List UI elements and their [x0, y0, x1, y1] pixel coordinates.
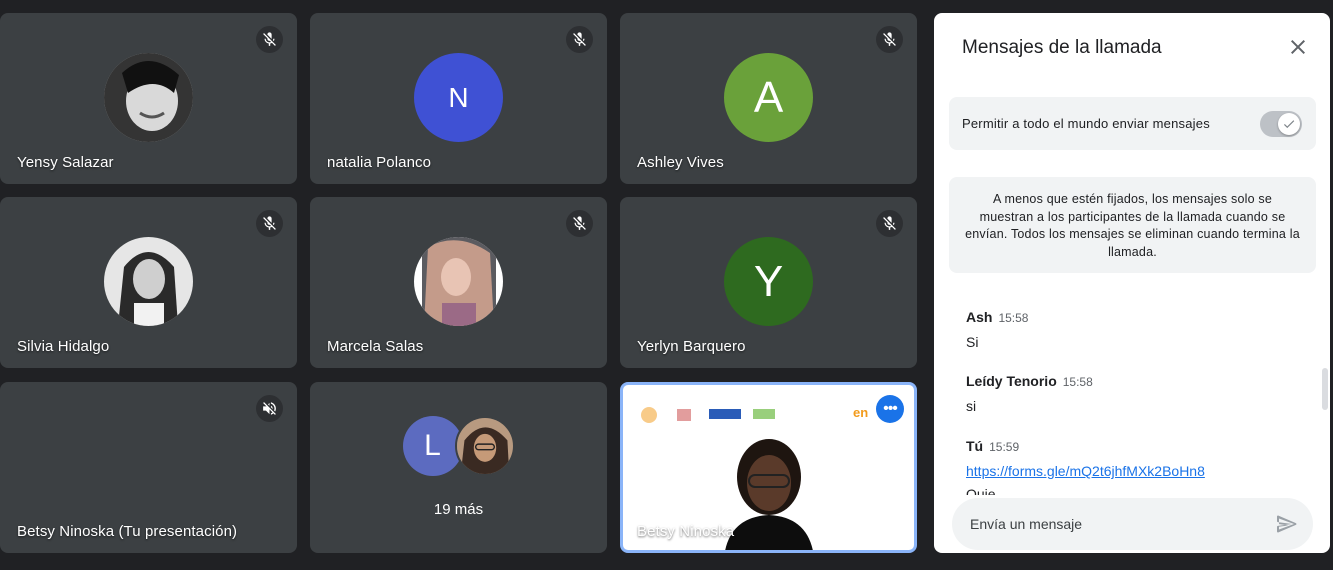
message-item: Tú 15:59 https://forms.gle/mQ2t6jhfMXk2Bo…: [966, 438, 1302, 495]
self-video-tile[interactable]: en ••• Betsy Ninoska: [620, 382, 917, 553]
avatar-letter: A: [724, 53, 813, 142]
avatar-photo: [104, 237, 193, 326]
mic-off-icon: [876, 26, 903, 53]
participant-tile-silvia[interactable]: Silvia Hidalgo: [0, 197, 297, 368]
message-text: si: [966, 398, 977, 414]
message-input[interactable]: [970, 498, 1260, 550]
avatar-letter: N: [414, 53, 503, 142]
mic-off-icon: [256, 26, 283, 53]
allow-messages-toggle[interactable]: [1260, 111, 1302, 137]
participant-tile-ashley[interactable]: A Ashley Vives: [620, 13, 917, 184]
message-link[interactable]: https://forms.gle/mQ2t6jhfMXk2BoHn8: [966, 463, 1205, 479]
mic-off-icon: [566, 210, 593, 237]
message-text: Si: [966, 334, 979, 350]
check-icon: [1278, 113, 1300, 135]
message-sender: Ash: [966, 309, 993, 325]
toggle-label: Permitir a todo el mundo enviar mensajes: [962, 116, 1210, 131]
participant-name: Yerlyn Barquero: [637, 338, 746, 355]
message-time: 15:58: [1062, 375, 1093, 389]
send-icon: [1277, 515, 1297, 533]
participant-name: Betsy Ninoska (Tu presentación): [17, 523, 238, 540]
participant-name: Marcela Salas: [327, 338, 424, 355]
message-time: 15:58: [998, 311, 1029, 325]
speaker-muted-icon: [256, 395, 283, 422]
message-sender: Tú: [966, 438, 984, 454]
mic-off-icon: [876, 210, 903, 237]
close-icon: [1291, 40, 1305, 54]
participant-name: Silvia Hidalgo: [17, 338, 110, 355]
avatar-photo: [104, 53, 193, 142]
message-time: 15:59: [989, 440, 1020, 454]
more-participants-tile[interactable]: L 19 más: [310, 382, 607, 553]
participant-name: Yensy Salazar: [17, 154, 114, 171]
panel-title: Mensajes de la llamada: [962, 37, 1162, 58]
allow-messages-setting: Permitir a todo el mundo enviar mensajes: [949, 97, 1316, 150]
message-item: Ash 15:58 Si: [966, 309, 1302, 350]
message-item: Leídy Tenorio 15:58 si: [966, 373, 1302, 414]
mic-off-icon: [566, 26, 593, 53]
avatar-photo: [414, 237, 503, 326]
participant-name: natalia Polanco: [327, 154, 432, 171]
chat-panel: Mensajes de la llamada Permitir a todo e…: [934, 13, 1330, 553]
svg-text:en: en: [853, 405, 868, 420]
mic-off-icon: [256, 210, 283, 237]
send-button[interactable]: [1275, 512, 1299, 536]
message-input-row: [952, 498, 1313, 550]
message-list: Ash 15:58 Si Leídy Tenorio 15:58 si Tú 15:5…: [934, 309, 1330, 495]
participant-tile-yensy[interactable]: Yensy Salazar: [0, 13, 297, 184]
participant-tile-betsy-presentation[interactable]: Betsy Ninoska (Tu presentación): [0, 382, 297, 553]
avatar-photo: [454, 416, 515, 476]
more-avatars: L: [402, 416, 515, 476]
participant-name: Betsy Ninoska: [637, 523, 735, 540]
participant-tile-natalia[interactable]: N natalia Polanco: [310, 13, 607, 184]
participant-tile-yerlyn[interactable]: Y Yerlyn Barquero: [620, 197, 917, 368]
message-text: Quie: [966, 486, 996, 495]
participant-name: Ashley Vives: [637, 154, 724, 171]
chat-scrollbar[interactable]: [1322, 368, 1328, 410]
message-sender: Leídy Tenorio: [966, 373, 1057, 389]
avatar-letter: Y: [724, 237, 813, 326]
more-participants-label: 19 más: [433, 501, 484, 518]
avatar-letter: L: [402, 416, 463, 476]
participant-tile-marcela[interactable]: Marcela Salas: [310, 197, 607, 368]
close-button[interactable]: [1286, 35, 1310, 59]
more-options-button[interactable]: •••: [876, 395, 904, 423]
info-notice: A menos que estén fijados, los mensajes …: [949, 177, 1316, 273]
